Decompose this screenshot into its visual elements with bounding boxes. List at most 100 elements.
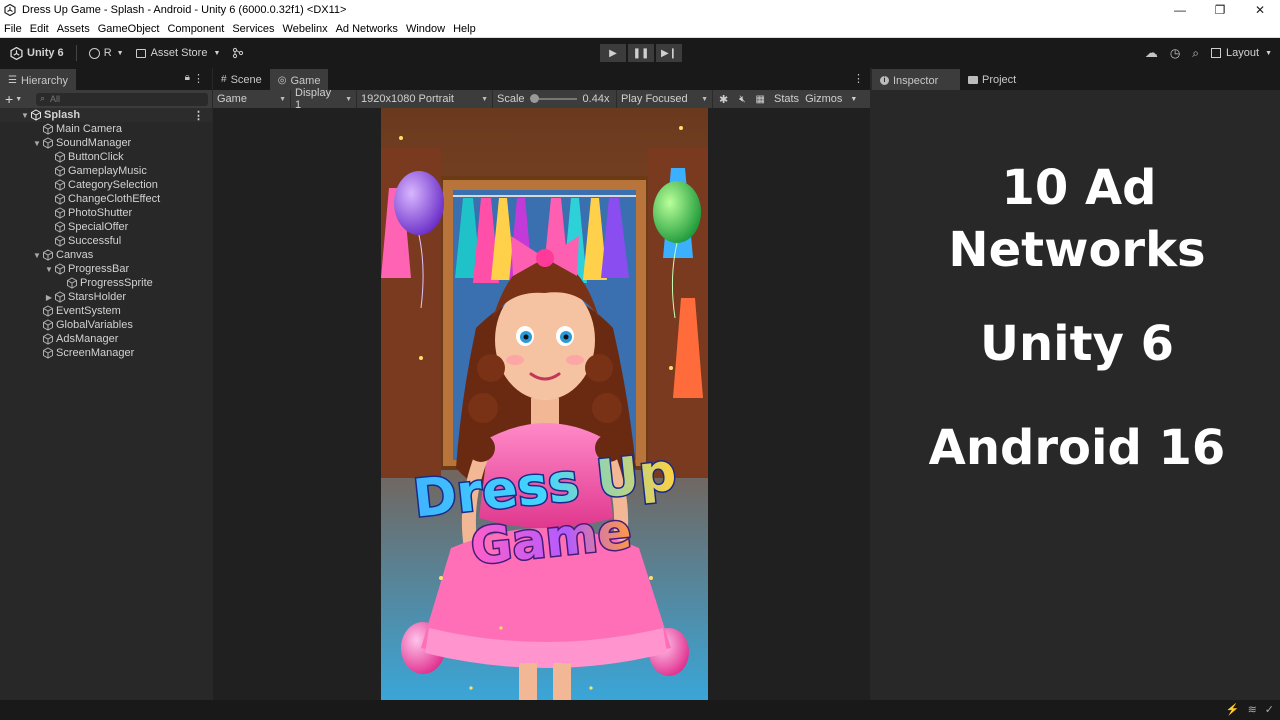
hierarchy-item[interactable]: CategorySelection: [0, 178, 212, 192]
lock-icon[interactable]: 🔒︎: [185, 72, 190, 83]
chevron-down-icon[interactable]: ▼: [32, 251, 42, 260]
gameobject-cube-icon: [55, 291, 65, 303]
chevron-down-icon[interactable]: ▼: [20, 111, 30, 120]
hierarchy-item[interactable]: EventSystem: [0, 304, 212, 318]
layers-icon[interactable]: ≋: [1248, 703, 1257, 716]
minimize-button[interactable]: —: [1160, 0, 1200, 20]
hierarchy-item[interactable]: ScreenManager: [0, 346, 212, 360]
unity-logo-icon: [4, 4, 16, 16]
view-mode-dropdown[interactable]: Game ▼: [213, 90, 291, 108]
play-button[interactable]: ▶: [600, 44, 626, 62]
version-control-button[interactable]: [226, 43, 250, 63]
menu-window[interactable]: Window: [406, 23, 445, 35]
gameobject-cube-icon: [55, 221, 65, 233]
menu-webelinx[interactable]: Webelinx: [283, 23, 328, 35]
search-icon: ⌕: [40, 93, 46, 103]
network-off-icon[interactable]: ⚡: [1226, 703, 1240, 716]
hierarchy-scene-root[interactable]: ▼ Splash ⋮: [0, 108, 212, 122]
chevron-down-icon: ▼: [279, 95, 286, 103]
scale-slider-thumb[interactable]: [529, 94, 539, 103]
chevron-down-icon: ▼: [481, 95, 488, 103]
menu-file[interactable]: File: [4, 23, 22, 35]
menu-edit[interactable]: Edit: [30, 23, 49, 35]
close-button[interactable]: ✕: [1240, 0, 1280, 20]
window-title: Dress Up Game - Splash - Android - Unity…: [22, 4, 347, 16]
chevron-down-icon[interactable]: ▼: [15, 96, 22, 103]
hierarchy-item-label: ProgressSprite: [80, 277, 153, 289]
tab-hierarchy[interactable]: ☰ Hierarchy: [0, 69, 77, 90]
more-options-icon[interactable]: ⋮: [193, 72, 204, 85]
hierarchy-item-label: SoundManager: [56, 137, 132, 149]
info-icon: i: [880, 76, 889, 85]
hierarchy-item[interactable]: ButtonClick: [0, 150, 212, 164]
layout-dropdown[interactable]: Layout ▼: [1211, 43, 1272, 63]
tab-project[interactable]: Project: [960, 69, 1024, 90]
tab-scene[interactable]: # Scene: [213, 69, 270, 90]
hierarchy-search-bar: + ▼ All ⌕: [0, 90, 212, 108]
step-button[interactable]: ▶❙: [656, 44, 682, 62]
menu-ad-networks[interactable]: Ad Networks: [336, 23, 398, 35]
more-options-icon[interactable]: ⋮: [193, 109, 204, 122]
menu-bar: File Edit Assets GameObject Component Se…: [0, 20, 1280, 38]
unity-version-button[interactable]: Unity 6: [4, 43, 70, 63]
gizmos-button[interactable]: Gizmos: [805, 93, 842, 105]
hierarchy-item[interactable]: PhotoShutter: [0, 206, 212, 220]
overlay-line-2: Networks: [948, 222, 1206, 278]
hierarchy-item[interactable]: AdsManager: [0, 332, 212, 346]
menu-component[interactable]: Component: [167, 23, 224, 35]
overlay-line-1: 10 Ad: [1001, 160, 1157, 216]
hierarchy-item-label: AdsManager: [56, 333, 119, 345]
hierarchy-item-label: GlobalVariables: [56, 319, 133, 331]
gameobject-cube-icon: [55, 165, 65, 177]
history-icon[interactable]: ◷: [1170, 46, 1180, 60]
check-circle-icon[interactable]: ✓: [1265, 703, 1274, 716]
hierarchy-item[interactable]: SpecialOffer: [0, 220, 212, 234]
folder-icon: [968, 75, 978, 84]
more-options-icon[interactable]: ⋮: [853, 72, 864, 85]
hierarchy-item[interactable]: GameplayMusic: [0, 164, 212, 178]
layout-label: Layout: [1226, 47, 1260, 59]
menu-assets[interactable]: Assets: [57, 23, 90, 35]
hierarchy-item-label: EventSystem: [56, 305, 121, 317]
hierarchy-item-label: PhotoShutter: [68, 207, 133, 219]
hierarchy-item[interactable]: Main Camera: [0, 122, 212, 136]
search-icon[interactable]: ⌕: [1192, 46, 1199, 61]
pause-button[interactable]: ❚❚: [628, 44, 654, 62]
chevron-down-icon[interactable]: ▼: [850, 96, 857, 103]
chevron-down-icon[interactable]: ▼: [44, 265, 54, 274]
account-button[interactable]: R ▼: [83, 43, 130, 63]
stats-button[interactable]: Stats: [774, 93, 799, 105]
chevron-down-icon: ▼: [116, 49, 124, 57]
hierarchy-item[interactable]: Successful: [0, 234, 212, 248]
resolution-dropdown[interactable]: 1920x1080 Portrait ▼: [357, 90, 493, 108]
play-mode-label: Play Focused: [621, 93, 688, 105]
hierarchy-item[interactable]: ▼ ProgressBar: [0, 262, 212, 276]
game-toolbar: Game ▼ Display 1 ▼ 1920x1080 Portrait ▼ …: [213, 87, 870, 111]
cloud-icon[interactable]: ☁: [1145, 45, 1158, 61]
hierarchy-item[interactable]: ▼ Canvas: [0, 248, 212, 262]
scale-control: Scale 0.44x: [493, 90, 617, 108]
play-mode-dropdown[interactable]: Play Focused ▼: [617, 90, 713, 108]
hierarchy-item[interactable]: ProgressSprite: [0, 276, 212, 290]
scale-slider[interactable]: [529, 94, 577, 103]
hierarchy-item[interactable]: ▶ StarsHolder: [0, 290, 212, 304]
asset-store-button[interactable]: Asset Store ▼: [130, 43, 227, 63]
hierarchy-item[interactable]: ▼ SoundManager: [0, 136, 212, 150]
chevron-down-icon[interactable]: ▼: [32, 139, 42, 148]
tab-inspector[interactable]: i Inspector: [872, 69, 960, 90]
add-icon[interactable]: +: [5, 91, 13, 107]
keyboard-icon[interactable]: ▦: [756, 94, 765, 105]
maximize-button[interactable]: ❐: [1200, 0, 1240, 20]
hierarchy-item[interactable]: ChangeClothEffect: [0, 192, 212, 206]
menu-help[interactable]: Help: [453, 23, 476, 35]
mute-audio-icon[interactable]: 🔇︎: [739, 94, 745, 105]
menu-services[interactable]: Services: [232, 23, 274, 35]
display-dropdown[interactable]: Display 1 ▼: [291, 87, 357, 111]
hierarchy-item-label: CategorySelection: [68, 179, 158, 191]
hierarchy-item[interactable]: GlobalVariables: [0, 318, 212, 332]
layout-icon: [1211, 48, 1222, 58]
bug-icon[interactable]: ✱: [719, 93, 728, 106]
menu-gameobject[interactable]: GameObject: [98, 23, 160, 35]
search-input[interactable]: All: [36, 93, 208, 106]
chevron-right-icon[interactable]: ▶: [44, 293, 54, 302]
